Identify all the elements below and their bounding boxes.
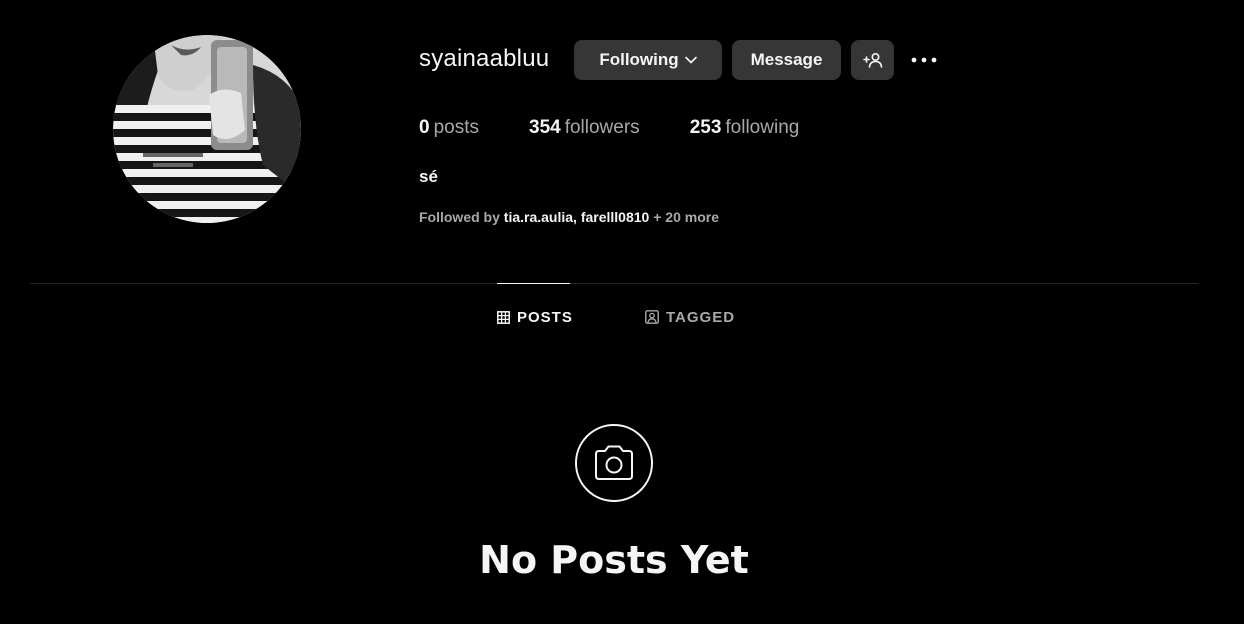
posts-count: 0 <box>419 117 430 138</box>
add-user-button[interactable] <box>851 40 894 80</box>
tabs-divider <box>30 283 1198 284</box>
followed-by[interactable]: Followed by tia.ra.aulia, farelll0810 + … <box>419 209 719 225</box>
username: syainaabluu <box>419 45 550 72</box>
chevron-down-icon <box>684 56 697 64</box>
tab-tagged-label: TAGGED <box>666 308 736 326</box>
grid-icon <box>497 310 510 324</box>
message-button-label: Message <box>750 50 823 69</box>
following-label: following <box>725 117 800 138</box>
following-stat[interactable]: 253 following <box>690 117 800 139</box>
following-count: 253 <box>689 117 722 138</box>
followers-label: followers <box>564 117 640 138</box>
followers-stat[interactable]: 354 followers <box>529 117 640 139</box>
add-user-icon <box>862 52 882 68</box>
tab-tagged[interactable]: TAGGED <box>645 308 735 326</box>
following-button[interactable]: Following <box>574 40 722 80</box>
avatar[interactable] <box>113 35 301 223</box>
profile-stats: 0 posts 354 followers 253 following <box>419 117 849 139</box>
followed-by-user-1: tia.ra.aulia <box>503 209 574 225</box>
posts-stat: 0 posts <box>419 117 479 139</box>
profile-photo <box>113 35 301 223</box>
tab-posts[interactable]: POSTS <box>497 308 573 326</box>
more-options-button[interactable] <box>906 45 942 75</box>
profile-page: syainaabluu Following Message 0 posts 354… <box>0 0 1244 624</box>
camera-icon <box>595 445 633 480</box>
message-button[interactable]: Message <box>732 40 841 80</box>
active-tab-indicator <box>497 283 570 284</box>
following-button-label: Following <box>599 50 679 69</box>
followers-count: 354 <box>529 117 561 138</box>
followed-by-separator: , <box>573 209 577 225</box>
followed-by-more: + 20 more <box>653 209 719 225</box>
followed-by-user-2: farelll0810 <box>580 209 650 225</box>
camera-circle <box>575 424 653 502</box>
tab-posts-label: POSTS <box>517 308 573 326</box>
empty-state-title: No Posts Yet <box>479 538 749 582</box>
display-name: sé <box>419 167 438 186</box>
followed-by-prefix: Followed by <box>419 209 500 225</box>
more-options-icon <box>911 57 937 63</box>
tagged-icon <box>645 310 659 324</box>
posts-label: posts <box>433 117 479 138</box>
